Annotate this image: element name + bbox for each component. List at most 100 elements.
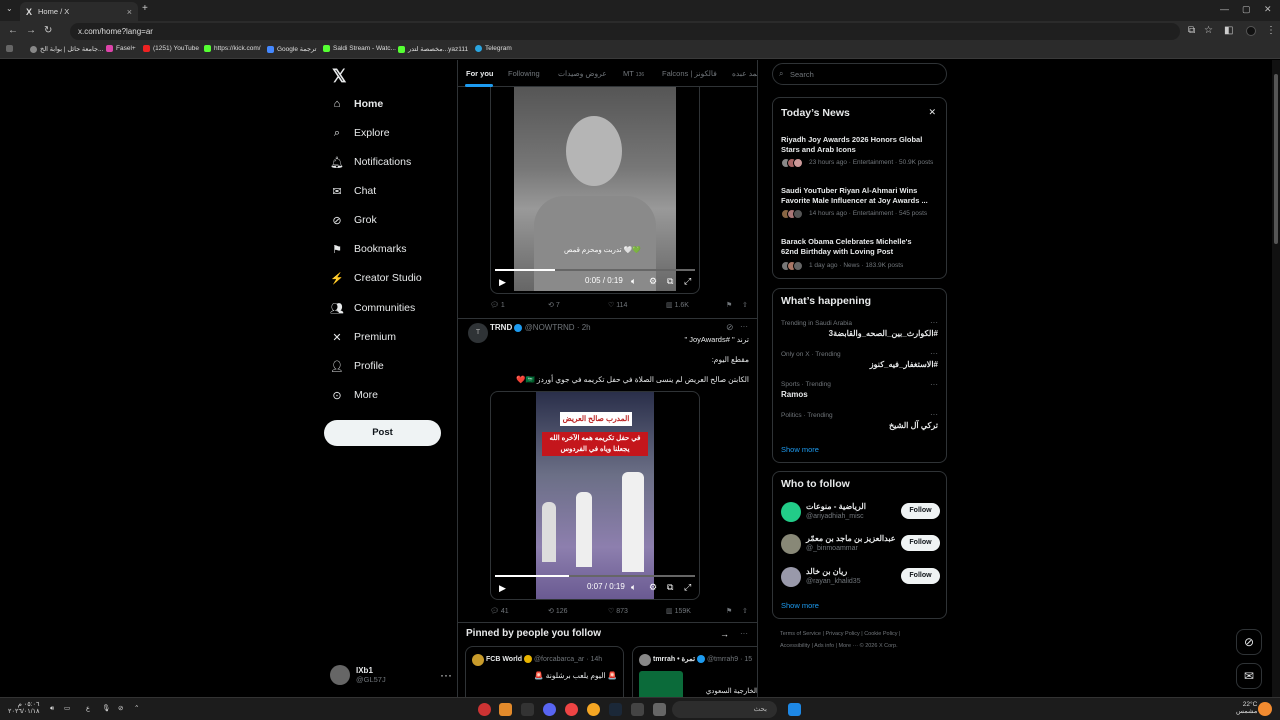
- windows-start-icon[interactable]: [788, 703, 801, 716]
- show-more-link[interactable]: Show more: [781, 601, 819, 610]
- grok-icon[interactable]: ⊘: [726, 322, 734, 333]
- repost-button[interactable]: ⟲ 126: [548, 607, 568, 615]
- minimize-icon[interactable]: —: [1220, 4, 1229, 14]
- play-icon[interactable]: ▶: [499, 277, 506, 288]
- bookmark-item[interactable]: Fasel+: [106, 45, 136, 52]
- tweet-time[interactable]: · 2h: [577, 323, 591, 332]
- taskbar-app-icon[interactable]: [565, 703, 578, 716]
- keyboard-language[interactable]: ع: [86, 705, 90, 712]
- fullscreen-icon[interactable]: ⤢: [684, 276, 691, 287]
- bookmark-icon[interactable]: ⚑: [726, 301, 732, 309]
- nav-premium[interactable]: ✕ Premium: [330, 327, 396, 347]
- like-button[interactable]: ♡ 873: [608, 607, 628, 615]
- account-switcher[interactable]: IXb1 @GL57J ···: [330, 662, 452, 688]
- maximize-icon[interactable]: ▢: [1242, 4, 1251, 15]
- tab-falcons[interactable]: Falcons | فالكونز: [662, 69, 717, 78]
- video-player[interactable]: المدرب صالح العريض في حفل تكريمه همه الآ…: [490, 391, 700, 600]
- bookmark-item[interactable]: Google ترجمة: [267, 45, 316, 53]
- follow-button[interactable]: Follow: [901, 535, 940, 551]
- share-icon[interactable]: ⇧: [742, 301, 748, 309]
- pinned-card[interactable]: FCB World @forcabarca_ar · 14h 🚨 اليوم ي…: [465, 646, 624, 700]
- show-more-link[interactable]: Show more: [781, 445, 819, 454]
- views-button[interactable]: ▥ 159K: [666, 607, 691, 615]
- more-dots-icon[interactable]: ···: [930, 318, 938, 327]
- star-icon[interactable]: ☆: [1204, 25, 1213, 36]
- nav-chat[interactable]: ✉ Chat: [330, 181, 376, 201]
- volume-icon[interactable]: 🔈︎: [631, 276, 636, 287]
- tweet-author-name[interactable]: TRND: [490, 323, 512, 332]
- more-dots-icon[interactable]: ···: [930, 410, 938, 419]
- weather-widget[interactable]: 22°C مشمس: [1236, 701, 1257, 715]
- more-dots-icon[interactable]: ···: [930, 380, 938, 389]
- views-button[interactable]: ▥ 1.6K: [666, 301, 689, 309]
- taskbar-app-icon[interactable]: [653, 703, 666, 716]
- nav-profile[interactable]: 👤︎ Profile: [330, 356, 384, 376]
- follow-button[interactable]: Follow: [901, 503, 940, 519]
- taskbar-app-icon[interactable]: [499, 703, 512, 716]
- nav-grok[interactable]: ⊘ Grok: [330, 210, 376, 230]
- footer-link[interactable]: Cookie Policy: [864, 631, 897, 637]
- browser-tab[interactable]: X Home / X ×: [20, 2, 138, 21]
- follow-user-name[interactable]: الرياضية - منوعات: [806, 502, 866, 511]
- reply-button[interactable]: 💬︎ 1: [490, 301, 505, 309]
- fullscreen-icon[interactable]: ⤢: [684, 582, 691, 593]
- nav-home[interactable]: ⌂ Home: [330, 94, 384, 114]
- bookmark-item[interactable]: https://kick.com/: [204, 45, 261, 52]
- tab-for-you[interactable]: For you: [466, 69, 494, 78]
- video-player[interactable]: تدربت ومحزم قمص 🤍💚 ▶ 0:05 / 0:19 🔈︎ ⚙ ⧉ …: [490, 86, 700, 294]
- follow-button[interactable]: Follow: [901, 568, 940, 584]
- scrollbar-thumb[interactable]: [1274, 74, 1278, 244]
- bookmark-item[interactable]: (1251) YouTube: [143, 45, 199, 52]
- settings-icon[interactable]: ⚙: [649, 276, 657, 287]
- taskbar-app-icon[interactable]: [543, 703, 556, 716]
- arrow-right-icon[interactable]: →: [720, 629, 729, 639]
- avatar[interactable]: T: [468, 323, 488, 343]
- messages-float-icon[interactable]: ✉: [1236, 663, 1262, 689]
- avatar[interactable]: [781, 502, 801, 522]
- bookmark-item[interactable]: Telegram: [475, 45, 512, 52]
- url-input[interactable]: x.com/home?lang=ar: [70, 23, 1180, 40]
- profile-avatar[interactable]: [1246, 26, 1256, 36]
- taskbar-app-icon[interactable]: [587, 703, 600, 716]
- nav-creator-studio[interactable]: ⚡ Creator Studio: [330, 268, 422, 288]
- trend-topic[interactable]: Ramos: [781, 390, 808, 399]
- search-input[interactable]: ⌕ Search: [772, 63, 947, 85]
- taskbar-app-icon[interactable]: [609, 703, 622, 716]
- grok-float-icon[interactable]: ⊘: [1236, 629, 1262, 655]
- bookmark-item[interactable]: مخصصة لتدر...yaz111: [398, 45, 468, 53]
- follow-user-name[interactable]: ريان بن خالد: [806, 567, 847, 576]
- settings-icon[interactable]: ⚙: [649, 582, 657, 593]
- post-button[interactable]: Post: [324, 420, 441, 446]
- bookmark-icon[interactable]: ⚑: [726, 607, 732, 615]
- taskbar-app-icon[interactable]: [478, 703, 491, 716]
- extensions-icon[interactable]: ◧: [1224, 25, 1233, 36]
- follow-user-name[interactable]: عبدالعزيز بن ماجد بن معمّر: [806, 534, 896, 543]
- apps-icon[interactable]: [6, 45, 13, 52]
- mic-icon[interactable]: 🎙︎: [102, 705, 110, 712]
- nav-explore[interactable]: ⌕ Explore: [330, 123, 390, 143]
- tab-close-icon[interactable]: ×: [127, 7, 132, 17]
- news-title[interactable]: Saudi YouTuber Riyan Al-Ahmari Wins Favo…: [781, 186, 931, 206]
- reply-button[interactable]: 💬︎ 41: [490, 607, 509, 615]
- tab-mt[interactable]: MT 136: [623, 69, 644, 78]
- wifi-icon[interactable]: ⊘: [118, 705, 123, 712]
- footer-link[interactable]: Terms of Service: [780, 631, 821, 637]
- like-button[interactable]: ♡ 114: [608, 301, 627, 309]
- volume-icon[interactable]: 🔈︎: [631, 582, 636, 593]
- pip-icon[interactable]: ⧉: [667, 582, 673, 593]
- footer-link[interactable]: More ···: [839, 643, 859, 649]
- pinned-card[interactable]: tmrrah • تمرة @tmrrah9 · 15 الخارجية الس…: [632, 646, 757, 700]
- forward-icon[interactable]: →: [26, 25, 36, 36]
- footer-link[interactable]: Privacy Policy: [825, 631, 859, 637]
- nav-bookmarks[interactable]: ⚑ Bookmarks: [330, 239, 406, 259]
- nav-more[interactable]: ⊙ More: [330, 385, 378, 405]
- trend-topic[interactable]: تركي آل الشيخ: [889, 421, 938, 430]
- news-title[interactable]: Riyadh Joy Awards 2026 Honors Global Sta…: [781, 135, 931, 155]
- new-tab-icon[interactable]: +: [142, 3, 148, 14]
- taskbar-app-icon[interactable]: [521, 703, 534, 716]
- tab-search-icon[interactable]: ⌄: [6, 4, 13, 13]
- volume-icon[interactable]: 🔊︎: [50, 705, 54, 712]
- browser-menu-icon[interactable]: ⋮: [1266, 25, 1276, 36]
- x-logo-icon[interactable]: 𝕏: [332, 66, 347, 87]
- taskbar-app-icon[interactable]: [631, 703, 644, 716]
